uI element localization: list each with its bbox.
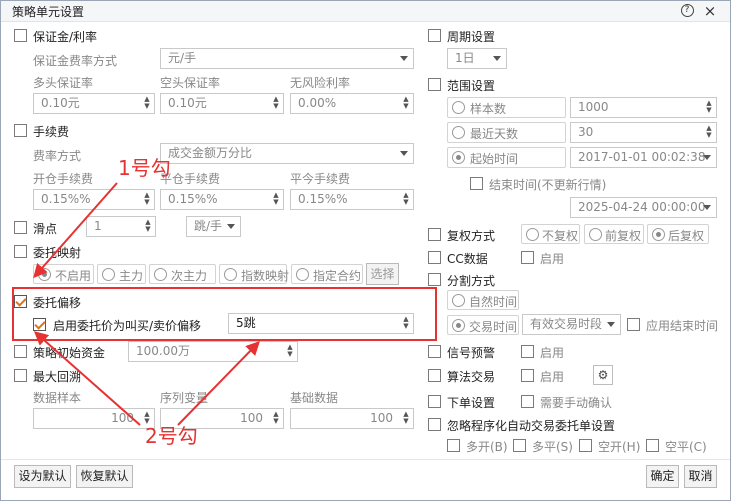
annotation-check-2: 2号勾	[145, 424, 198, 448]
arrow-to-spinbox	[177, 340, 260, 426]
annotation-check-1: 1号勾	[118, 156, 171, 180]
arrow-to-checkbox-1	[33, 182, 118, 279]
annotation-arrows	[33, 182, 260, 426]
arrow-to-checkbox-2	[33, 331, 141, 426]
